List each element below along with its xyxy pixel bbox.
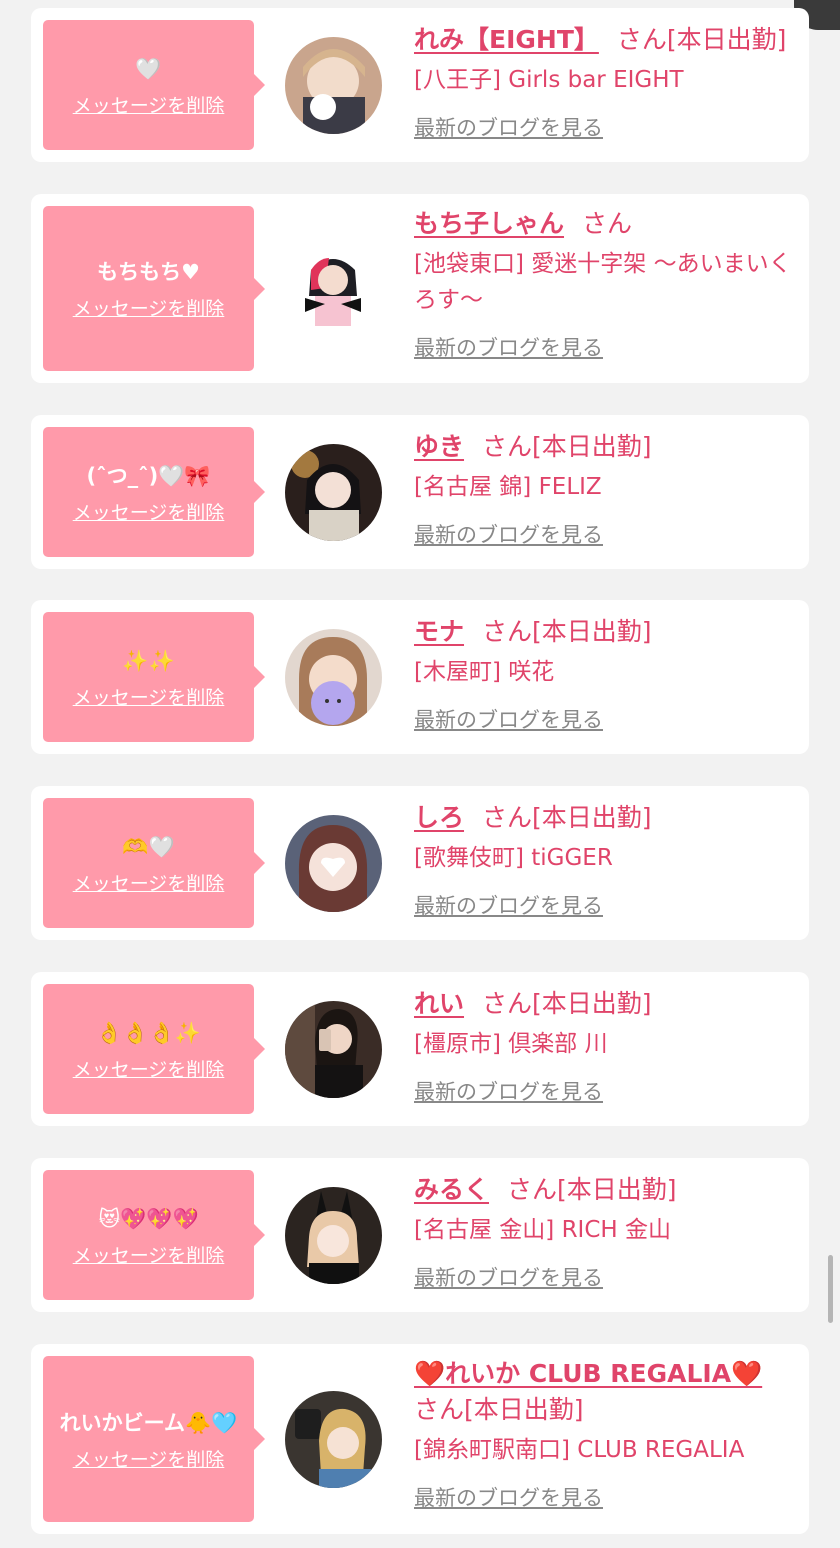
cast-info: モナ さん[本日出勤] [木屋町] 咲花 最新のブログを見る: [414, 614, 794, 734]
cast-suffix: さん[本日出勤]: [482, 803, 652, 832]
cast-name-link[interactable]: れみ【EIGHT】: [414, 25, 599, 54]
avatar[interactable]: [285, 37, 382, 134]
name-line: みるく さん[本日出勤]: [414, 1172, 794, 1208]
cast-suffix: さん[本日出勤]: [482, 432, 652, 461]
delete-message-link[interactable]: メッセージを削除: [73, 91, 225, 118]
delete-message-link[interactable]: メッセージを削除: [73, 294, 225, 321]
message-bubble: もちもち♥ メッセージを削除: [43, 206, 265, 371]
name-line: しろ さん[本日出勤]: [414, 800, 794, 836]
avatar[interactable]: [285, 1001, 382, 1098]
message-bubble: 😻💖💖💖 メッセージを削除: [43, 1170, 265, 1300]
message-text: 😻💖💖💖: [98, 1206, 199, 1231]
cast-suffix: さん[本日出勤]: [616, 25, 787, 54]
cast-name-link[interactable]: ❤️れいか CLUB REGALIA❤️: [414, 1359, 762, 1388]
cast-info: れみ【EIGHT】 さん[本日出勤] [八王子] Girls bar EIGHT …: [414, 22, 794, 142]
cast-name-link[interactable]: れい: [414, 989, 464, 1018]
name-line: れい さん[本日出勤]: [414, 986, 794, 1022]
message-bubble: 🫶🤍 メッセージを削除: [43, 798, 265, 928]
message-bubble: (ˆつ_ˆ)🤍🎀 メッセージを削除: [43, 427, 265, 557]
latest-blog-link[interactable]: 最新のブログを見る: [414, 890, 603, 920]
message-card: (ˆつ_ˆ)🤍🎀 メッセージを削除 ゆき さん[本日出勤] [名古屋 錦] FEL…: [31, 415, 809, 569]
delete-message-link[interactable]: メッセージを削除: [73, 869, 225, 896]
shop-name: [錦糸町駅南口] CLUB REGALIA: [414, 1437, 745, 1463]
latest-blog-link[interactable]: 最新のブログを見る: [414, 704, 603, 734]
shop-name: [木屋町] 咲花: [414, 659, 555, 685]
cast-suffix: さん[本日出勤]: [507, 1175, 677, 1204]
avatar[interactable]: [285, 240, 382, 337]
cast-info: もち子しゃん さん [池袋東口] 愛迷十字架 〜あいまいくろす〜 最新のブログを見…: [414, 206, 794, 362]
cast-name-link[interactable]: モナ: [414, 617, 464, 646]
cast-name-link[interactable]: もち子しゃん: [414, 209, 564, 238]
cast-suffix: さん[本日出勤]: [414, 1395, 584, 1424]
cast-info: みるく さん[本日出勤] [名古屋 金山] RICH 金山 最新のブログを見る: [414, 1172, 794, 1292]
message-bubble: ✨✨ メッセージを削除: [43, 612, 265, 742]
message-text: (ˆつ_ˆ)🤍🎀: [86, 463, 211, 488]
name-line: もち子しゃん さん: [414, 206, 794, 242]
shop-name: [名古屋 錦] FELIZ: [414, 474, 602, 500]
shop-name: [名古屋 金山] RICH 金山: [414, 1217, 671, 1243]
latest-blog-link[interactable]: 最新のブログを見る: [414, 519, 603, 549]
name-line: れみ【EIGHT】 さん[本日出勤]: [414, 22, 794, 58]
message-text: もちもち♥: [97, 260, 200, 284]
cast-info: れい さん[本日出勤] [橿原市] 倶楽部 川 最新のブログを見る: [414, 986, 794, 1106]
cast-info: しろ さん[本日出勤] [歌舞伎町] tiGGER 最新のブログを見る: [414, 800, 794, 920]
cast-info: ゆき さん[本日出勤] [名古屋 錦] FELIZ 最新のブログを見る: [414, 429, 794, 549]
latest-blog-link[interactable]: 最新のブログを見る: [414, 1482, 603, 1512]
delete-message-link[interactable]: メッセージを削除: [73, 1241, 225, 1268]
name-line: モナ さん[本日出勤]: [414, 614, 794, 650]
shop-name: [橿原市] 倶楽部 川: [414, 1031, 608, 1057]
delete-message-link[interactable]: メッセージを削除: [73, 683, 225, 710]
message-bubble: 👌👌👌✨ メッセージを削除: [43, 984, 265, 1114]
message-card: ✨✨ メッセージを削除 モナ さん[本日出勤] [木屋町] 咲花 最新のブログを見…: [31, 600, 809, 754]
message-card: 😻💖💖💖 メッセージを削除 みるく さん[本日出勤] [名古屋 金山] RICH …: [31, 1158, 809, 1312]
name-line: ❤️れいか CLUB REGALIA❤️ さん[本日出勤]: [414, 1356, 794, 1428]
cast-suffix: さん[本日出勤]: [482, 989, 652, 1018]
cast-info: ❤️れいか CLUB REGALIA❤️ さん[本日出勤] [錦糸町駅南口] CL…: [414, 1356, 794, 1512]
avatar[interactable]: [285, 1187, 382, 1284]
message-card: 🫶🤍 メッセージを削除 しろ さん[本日出勤] [歌舞伎町] tiGGER 最新の…: [31, 786, 809, 940]
latest-blog-link[interactable]: 最新のブログを見る: [414, 1262, 603, 1292]
message-text: 👌👌👌✨: [96, 1020, 201, 1045]
cast-name-link[interactable]: みるく: [414, 1175, 489, 1204]
cast-name-link[interactable]: しろ: [414, 803, 464, 832]
scrollbar[interactable]: [828, 1255, 833, 1323]
message-card: 👌👌👌✨ メッセージを削除 れい さん[本日出勤] [橿原市] 倶楽部 川 最新の…: [31, 972, 809, 1126]
message-text: れいかビーム🐥🩵: [59, 1410, 238, 1435]
message-bubble: れいかビーム🐥🩵 メッセージを削除: [43, 1356, 265, 1522]
cast-name-link[interactable]: ゆき: [414, 432, 464, 461]
delete-message-link[interactable]: メッセージを削除: [73, 1445, 225, 1472]
message-text: ✨✨: [122, 648, 175, 673]
avatar[interactable]: [285, 1391, 382, 1488]
latest-blog-link[interactable]: 最新のブログを見る: [414, 1076, 603, 1106]
message-card: れいかビーム🐥🩵 メッセージを削除 ❤️れいか CLUB REGALIA❤️ さん…: [31, 1344, 809, 1534]
avatar[interactable]: [285, 815, 382, 912]
avatar[interactable]: [285, 444, 382, 541]
cast-suffix: さん[本日出勤]: [482, 617, 652, 646]
message-card: もちもち♥ メッセージを削除 もち子しゃん さん [池袋東口] 愛迷十字架 〜あい…: [31, 194, 809, 383]
shop-name: [八王子] Girls bar EIGHT: [414, 67, 684, 93]
cast-suffix: さん: [582, 209, 633, 238]
message-text: 🫶🤍: [122, 834, 175, 859]
delete-message-link[interactable]: メッセージを削除: [73, 498, 225, 525]
message-bubble: 🤍 メッセージを削除: [43, 20, 265, 150]
latest-blog-link[interactable]: 最新のブログを見る: [414, 112, 603, 142]
shop-name: [池袋東口] 愛迷十字架 〜あいまいくろす〜: [414, 251, 792, 313]
latest-blog-link[interactable]: 最新のブログを見る: [414, 332, 603, 362]
message-card: 🤍 メッセージを削除 れみ【EIGHT】 さん[本日出勤] [八王子] Girls…: [31, 8, 809, 162]
shop-name: [歌舞伎町] tiGGER: [414, 845, 613, 871]
name-line: ゆき さん[本日出勤]: [414, 429, 794, 465]
avatar[interactable]: [285, 629, 382, 726]
delete-message-link[interactable]: メッセージを削除: [73, 1055, 225, 1082]
message-text: 🤍: [135, 56, 162, 81]
